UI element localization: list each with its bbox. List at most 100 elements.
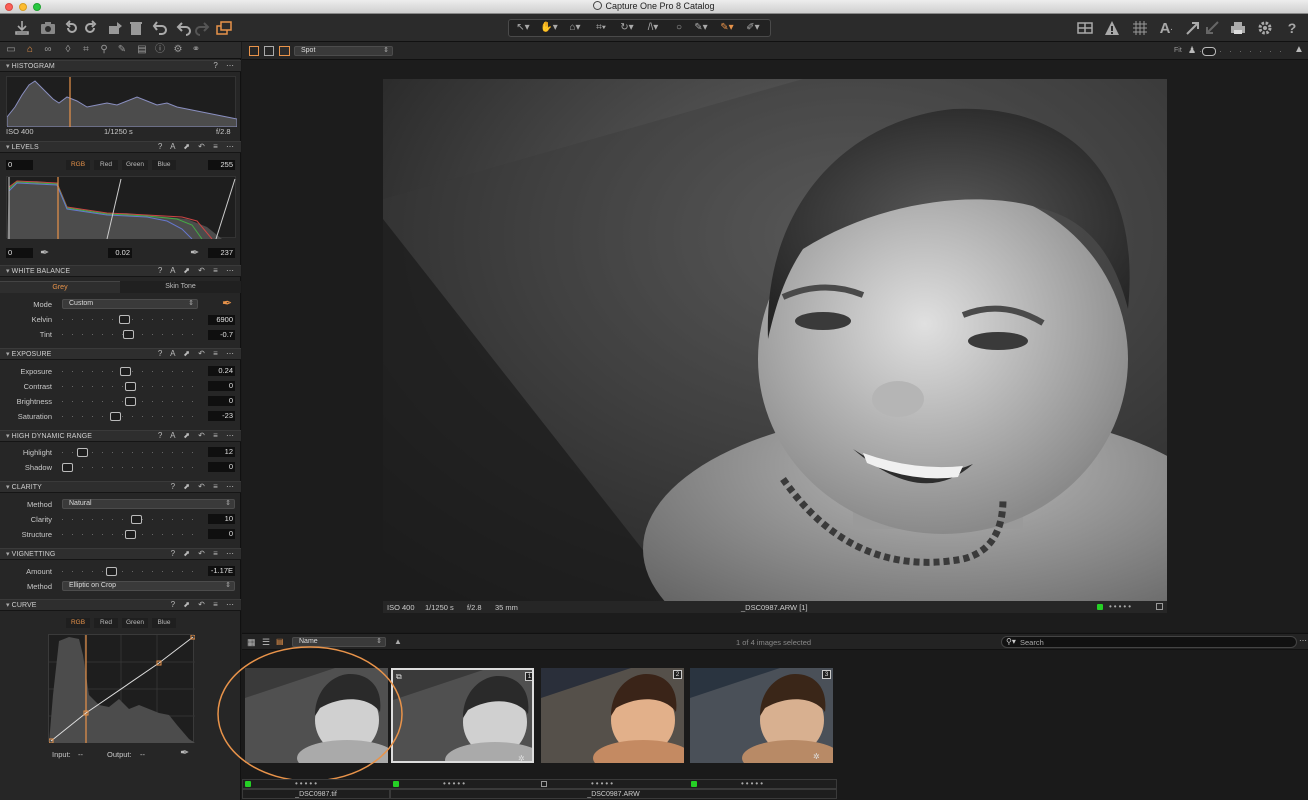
star-rating[interactable]: •••••	[591, 779, 615, 788]
slider-knob[interactable]	[106, 567, 117, 576]
grid-icon[interactable]	[1130, 18, 1150, 38]
curve-channel-blue[interactable]: Blue	[152, 618, 176, 628]
select-cursor-icon[interactable]: ↖▾	[512, 22, 534, 35]
section-tools-icon[interactable]: ? ⬈ ↶ ≡ ⋯	[171, 600, 237, 609]
adjustment-slider[interactable]	[62, 412, 198, 421]
vignetting-amount-slider[interactable]	[62, 567, 198, 576]
help-icon[interactable]: ?	[1282, 18, 1302, 38]
color-tag-green[interactable]	[393, 781, 399, 787]
wb-mode-select[interactable]: Custom	[62, 299, 198, 309]
slider-knob[interactable]	[125, 530, 136, 539]
zoom-in-icon[interactable]: ▲	[1294, 44, 1304, 55]
adjustments-tab-icon[interactable]: ⚙	[172, 44, 184, 56]
crop-tab-icon[interactable]: ⌗	[80, 44, 92, 56]
color-balance-tab-icon[interactable]: ∞	[42, 44, 54, 56]
grid-view-icon[interactable]	[1075, 18, 1095, 38]
proof-view-icon[interactable]	[279, 46, 290, 56]
vignetting-amount-value[interactable]: -1.17E	[208, 566, 235, 576]
undo-history-icon[interactable]	[150, 18, 170, 38]
slider-value[interactable]: 0	[208, 462, 235, 472]
section-tools-icon[interactable]: ? A ⬈ ↶ ≡ ⋯	[158, 431, 237, 440]
thumbnail-2[interactable]: 2	[541, 668, 684, 763]
text-overlay-icon[interactable]: A.	[1156, 18, 1176, 38]
exposure-warning-icon[interactable]	[1102, 18, 1122, 38]
clarity-header[interactable]: CLARITY ? ⬈ ↶ ≡ ⋯	[0, 481, 241, 493]
section-tools-icon[interactable]: ? ⬈ ↶ ≡ ⋯	[171, 549, 237, 558]
library-tab-icon[interactable]: ▭	[5, 44, 17, 56]
rotate-icon[interactable]: ↻▾	[616, 22, 638, 35]
brush-icon[interactable]: ✎▾	[690, 22, 712, 35]
loupe-icon[interactable]: ⌂▾	[564, 22, 586, 35]
move-to-icon[interactable]	[106, 18, 126, 38]
histogram-header[interactable]: HISTOGRAM ? ⋯	[0, 60, 241, 72]
variants-icon[interactable]	[214, 18, 234, 38]
wb-tint-value[interactable]: -0.7	[208, 330, 235, 340]
local-tab-icon[interactable]: ✎	[116, 44, 128, 56]
viewer-preset-select[interactable]: Spot	[294, 46, 393, 56]
curve-channel-red[interactable]: Red	[94, 618, 118, 628]
undo-icon[interactable]	[174, 18, 194, 38]
white-balance-header[interactable]: WHITE BALANCE ? A ⬈ ↶ ≡ ⋯	[0, 265, 241, 277]
color-tab-icon[interactable]: ⌂	[24, 44, 36, 56]
slider-knob[interactable]	[119, 315, 130, 324]
section-tools-icon[interactable]: ? A ⬈ ↶ ≡ ⋯	[158, 349, 237, 358]
metadata-tab-icon[interactable]: ▤	[136, 44, 148, 56]
levels-white-picker-icon[interactable]: ✒	[190, 246, 199, 259]
hdr-header[interactable]: HIGH DYNAMIC RANGE ? A ⬈ ↶ ≡ ⋯	[0, 430, 241, 442]
trash-icon[interactable]	[126, 18, 146, 38]
copy-adjustments-icon[interactable]	[1183, 18, 1203, 38]
wb-tint-slider[interactable]	[62, 330, 198, 339]
star-rating[interactable]: •••••	[741, 779, 765, 788]
wb-pick-icon[interactable]: ✐▾	[742, 22, 764, 35]
adjustment-slider[interactable]	[62, 367, 198, 376]
clarity-method-select[interactable]: Natural	[62, 499, 235, 509]
slider-knob[interactable]	[120, 367, 131, 376]
camera-icon[interactable]	[38, 18, 58, 38]
vignetting-method-select[interactable]: Elliptic on Crop	[62, 581, 235, 591]
curve-header[interactable]: CURVE ? ⬈ ↶ ≡ ⋯	[0, 599, 241, 611]
search-field[interactable]: ⚲▾ Search	[1001, 636, 1297, 648]
crop-icon[interactable]: ⌗▾	[590, 22, 612, 35]
adjustment-slider[interactable]	[62, 382, 198, 391]
details-tab-icon[interactable]: ⚲	[98, 44, 110, 56]
curve-graph[interactable]	[48, 634, 196, 744]
redo-icon[interactable]	[192, 18, 212, 38]
zoom-slider[interactable]	[1200, 47, 1288, 56]
slider-value[interactable]: 0	[208, 396, 235, 406]
keystone-icon[interactable]: /\▾	[642, 22, 664, 35]
spot-icon[interactable]: ○	[668, 22, 690, 35]
multi-view-icon[interactable]	[249, 46, 259, 56]
settings-icon[interactable]	[1255, 18, 1275, 38]
slider-value[interactable]: 0.24	[208, 366, 235, 376]
adjustment-slider[interactable]	[62, 397, 198, 406]
info-tab-icon[interactable]: ⓘ	[154, 44, 166, 56]
section-tools-icon[interactable]: ? A ⬈ ↶ ≡ ⋯	[158, 266, 237, 275]
thumbnail-3[interactable]: 3 ✲	[690, 668, 833, 763]
wb-tab-grey[interactable]: Grey	[0, 281, 120, 293]
slider-knob[interactable]	[62, 463, 73, 472]
thumbnail-1[interactable]: 1 ⧉ ✲	[391, 668, 534, 763]
slider-value[interactable]: 0	[208, 529, 235, 539]
focus-tab-icon[interactable]: ◊	[62, 44, 74, 56]
apply-adjustments-icon[interactable]	[1202, 18, 1222, 38]
main-photo[interactable]	[383, 79, 1167, 601]
slider-value[interactable]: 12	[208, 447, 235, 457]
rotate-left-icon[interactable]	[62, 18, 82, 38]
levels-output-low[interactable]: 0	[6, 248, 33, 258]
levels-midpoint[interactable]: 0.02	[108, 248, 132, 258]
adjustment-slider[interactable]	[62, 515, 198, 524]
import-icon[interactable]	[12, 18, 32, 38]
levels-channel-red[interactable]: Red	[94, 160, 118, 170]
wb-kelvin-slider[interactable]	[62, 315, 198, 324]
adjustment-slider[interactable]	[62, 530, 198, 539]
slider-knob[interactable]	[125, 382, 136, 391]
adjustment-slider[interactable]	[62, 463, 198, 472]
rotate-right-icon[interactable]	[80, 18, 100, 38]
color-tag-green[interactable]	[691, 781, 697, 787]
color-tag-empty[interactable]	[541, 781, 547, 787]
browser-more-icon[interactable]: ⋯	[1299, 636, 1307, 645]
print-icon[interactable]	[1228, 18, 1248, 38]
levels-header[interactable]: LEVELS ? A ⬈ ↶ ≡ ⋯	[0, 141, 241, 153]
levels-channel-green[interactable]: Green	[122, 160, 148, 170]
slider-value[interactable]: -23	[208, 411, 235, 421]
